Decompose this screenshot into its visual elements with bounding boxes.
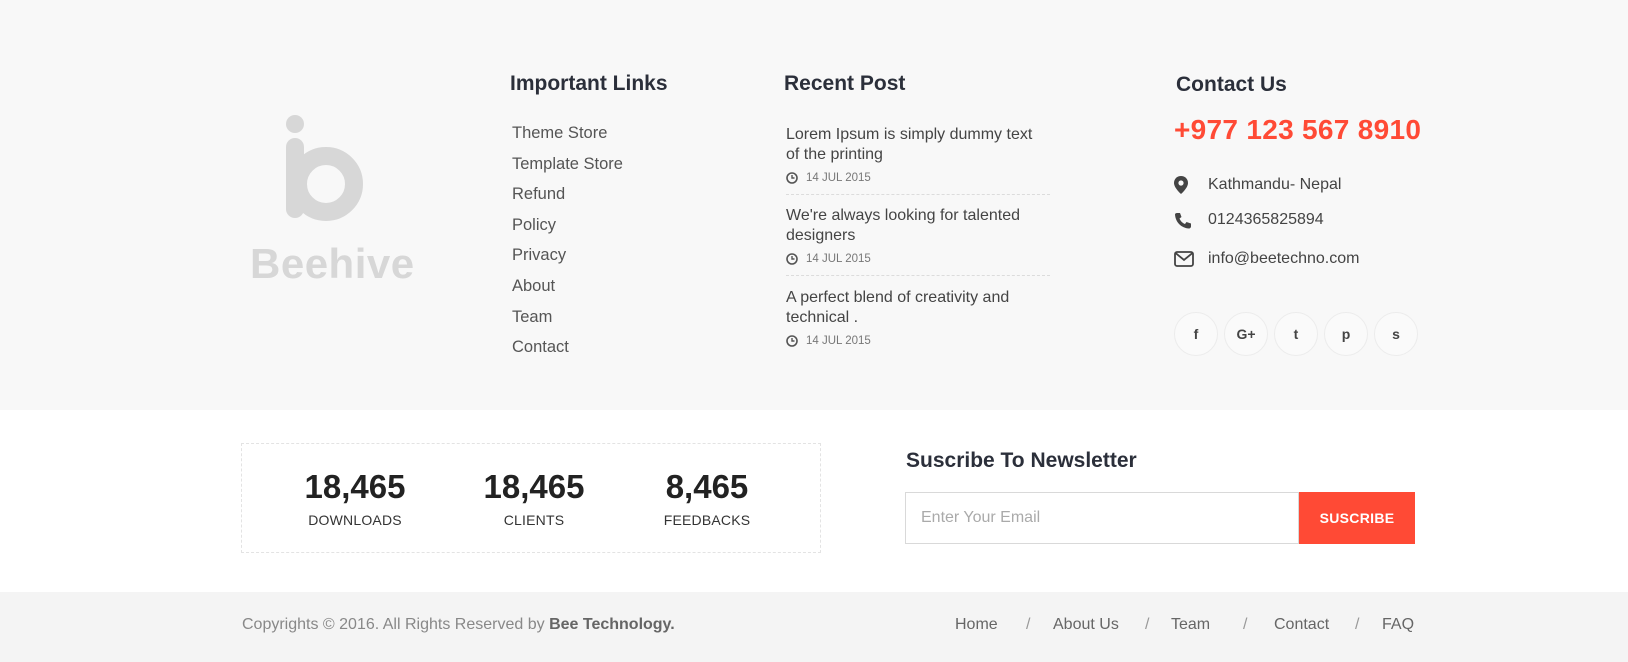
nav-separator: /	[1026, 616, 1031, 633]
recent-post-title: Recent Post	[784, 72, 906, 95]
contact-phone-text[interactable]: 0124365825894	[1208, 211, 1324, 229]
post-date-text: 14 JUL 2015	[806, 335, 871, 347]
brand-name: Beehive	[250, 240, 415, 287]
important-links-list: Theme Store Template Store Refund Policy…	[512, 120, 623, 365]
stat-value: 18,465	[304, 468, 406, 505]
stat-downloads: 18,465 DOWNLOADS	[302, 468, 408, 528]
contact-address: Kathmandu- Nepal	[1174, 176, 1341, 194]
stats-box: 18,465 DOWNLOADS 18,465 CLIENTS 8,465 FE…	[241, 443, 821, 553]
post-date-text: 14 JUL 2015	[806, 253, 871, 265]
post-title[interactable]: A perfect blend of creativity and techni…	[786, 288, 1050, 328]
post-date-text: 14 JUL 2015	[806, 172, 871, 184]
contact-email-text[interactable]: info@beetechno.com	[1208, 250, 1359, 268]
link-contact[interactable]: Contact	[512, 334, 623, 365]
stat-label: CLIENTS	[503, 512, 565, 528]
contact-us-title: Contact Us	[1176, 73, 1287, 96]
newsletter-title: Suscribe To Newsletter	[906, 449, 1137, 472]
google-plus-icon[interactable]: G+	[1224, 312, 1268, 356]
post-item: Lorem Ipsum is simply dummy text of the …	[786, 120, 1050, 195]
footer-nav-contact[interactable]: Contact	[1274, 616, 1329, 634]
brand-logo[interactable]: Beehive	[250, 112, 415, 290]
post-date: 14 JUL 2015	[786, 333, 1050, 349]
stat-label: DOWNLOADS	[308, 512, 402, 528]
contact-address-text: Kathmandu- Nepal	[1208, 176, 1342, 193]
nav-separator: /	[1243, 616, 1248, 633]
contact-phone: 0124365825894	[1174, 211, 1324, 229]
link-policy[interactable]: Policy	[512, 212, 623, 243]
contact-phone-highlight[interactable]: +977 123 567 8910	[1174, 114, 1421, 146]
post-item: We're always looking for talented design…	[786, 195, 1050, 276]
footer-nav-team[interactable]: Team	[1171, 616, 1210, 634]
stat-value: 18,465	[483, 468, 585, 505]
clock-icon	[786, 335, 798, 347]
clock-icon	[786, 253, 798, 265]
envelope-icon	[1174, 251, 1208, 267]
footer-nav-faq[interactable]: FAQ	[1382, 616, 1414, 634]
nav-separator: /	[1355, 616, 1360, 633]
company-link[interactable]: Bee Technology.	[549, 616, 675, 633]
facebook-icon[interactable]: f	[1174, 312, 1218, 356]
footer-nav-about-us[interactable]: About Us	[1053, 616, 1119, 634]
twitter-icon[interactable]: t	[1274, 312, 1318, 356]
stat-label: FEEDBACKS	[663, 512, 751, 528]
link-about[interactable]: About	[512, 273, 623, 304]
newsletter-form: SUSCRIBE	[905, 492, 1415, 544]
post-date: 14 JUL 2015	[786, 170, 1050, 186]
newsletter-email-input[interactable]	[905, 492, 1299, 544]
link-template-store[interactable]: Template Store	[512, 151, 623, 182]
phone-icon	[1174, 212, 1208, 229]
footer-top: Beehive Important Links Theme Store Temp…	[0, 0, 1628, 410]
beehive-logo-icon	[286, 115, 363, 221]
stat-clients: 18,465 CLIENTS	[481, 468, 587, 528]
link-theme-store[interactable]: Theme Store	[512, 120, 623, 151]
contact-email: info@beetechno.com	[1174, 250, 1359, 268]
subscribe-button[interactable]: SUSCRIBE	[1299, 492, 1415, 544]
copyright-label: Copyrights © 2016. All Rights Reserved b…	[242, 616, 545, 633]
social-links: f G+ t p s	[1174, 312, 1424, 356]
nav-separator: /	[1145, 616, 1150, 633]
stat-value: 8,465	[665, 468, 749, 505]
clock-icon	[786, 172, 798, 184]
pinterest-icon[interactable]: p	[1324, 312, 1368, 356]
footer-nav-home[interactable]: Home	[955, 616, 998, 634]
link-refund[interactable]: Refund	[512, 181, 623, 212]
post-item: A perfect blend of creativity and techni…	[786, 276, 1050, 358]
recent-post-list: Lorem Ipsum is simply dummy text of the …	[786, 120, 1050, 358]
skype-icon[interactable]: s	[1374, 312, 1418, 356]
copyright-text: Copyrights © 2016. All Rights Reserved b…	[242, 616, 675, 634]
map-marker-icon	[1174, 176, 1208, 194]
link-privacy[interactable]: Privacy	[512, 242, 623, 273]
stat-feedbacks: 8,465 FEEDBACKS	[652, 468, 762, 528]
post-date: 14 JUL 2015	[786, 251, 1050, 267]
important-links-title: Important Links	[510, 72, 668, 95]
post-title[interactable]: We're always looking for talented design…	[786, 206, 1050, 246]
post-title[interactable]: Lorem Ipsum is simply dummy text of the …	[786, 125, 1050, 165]
link-team[interactable]: Team	[512, 304, 623, 335]
